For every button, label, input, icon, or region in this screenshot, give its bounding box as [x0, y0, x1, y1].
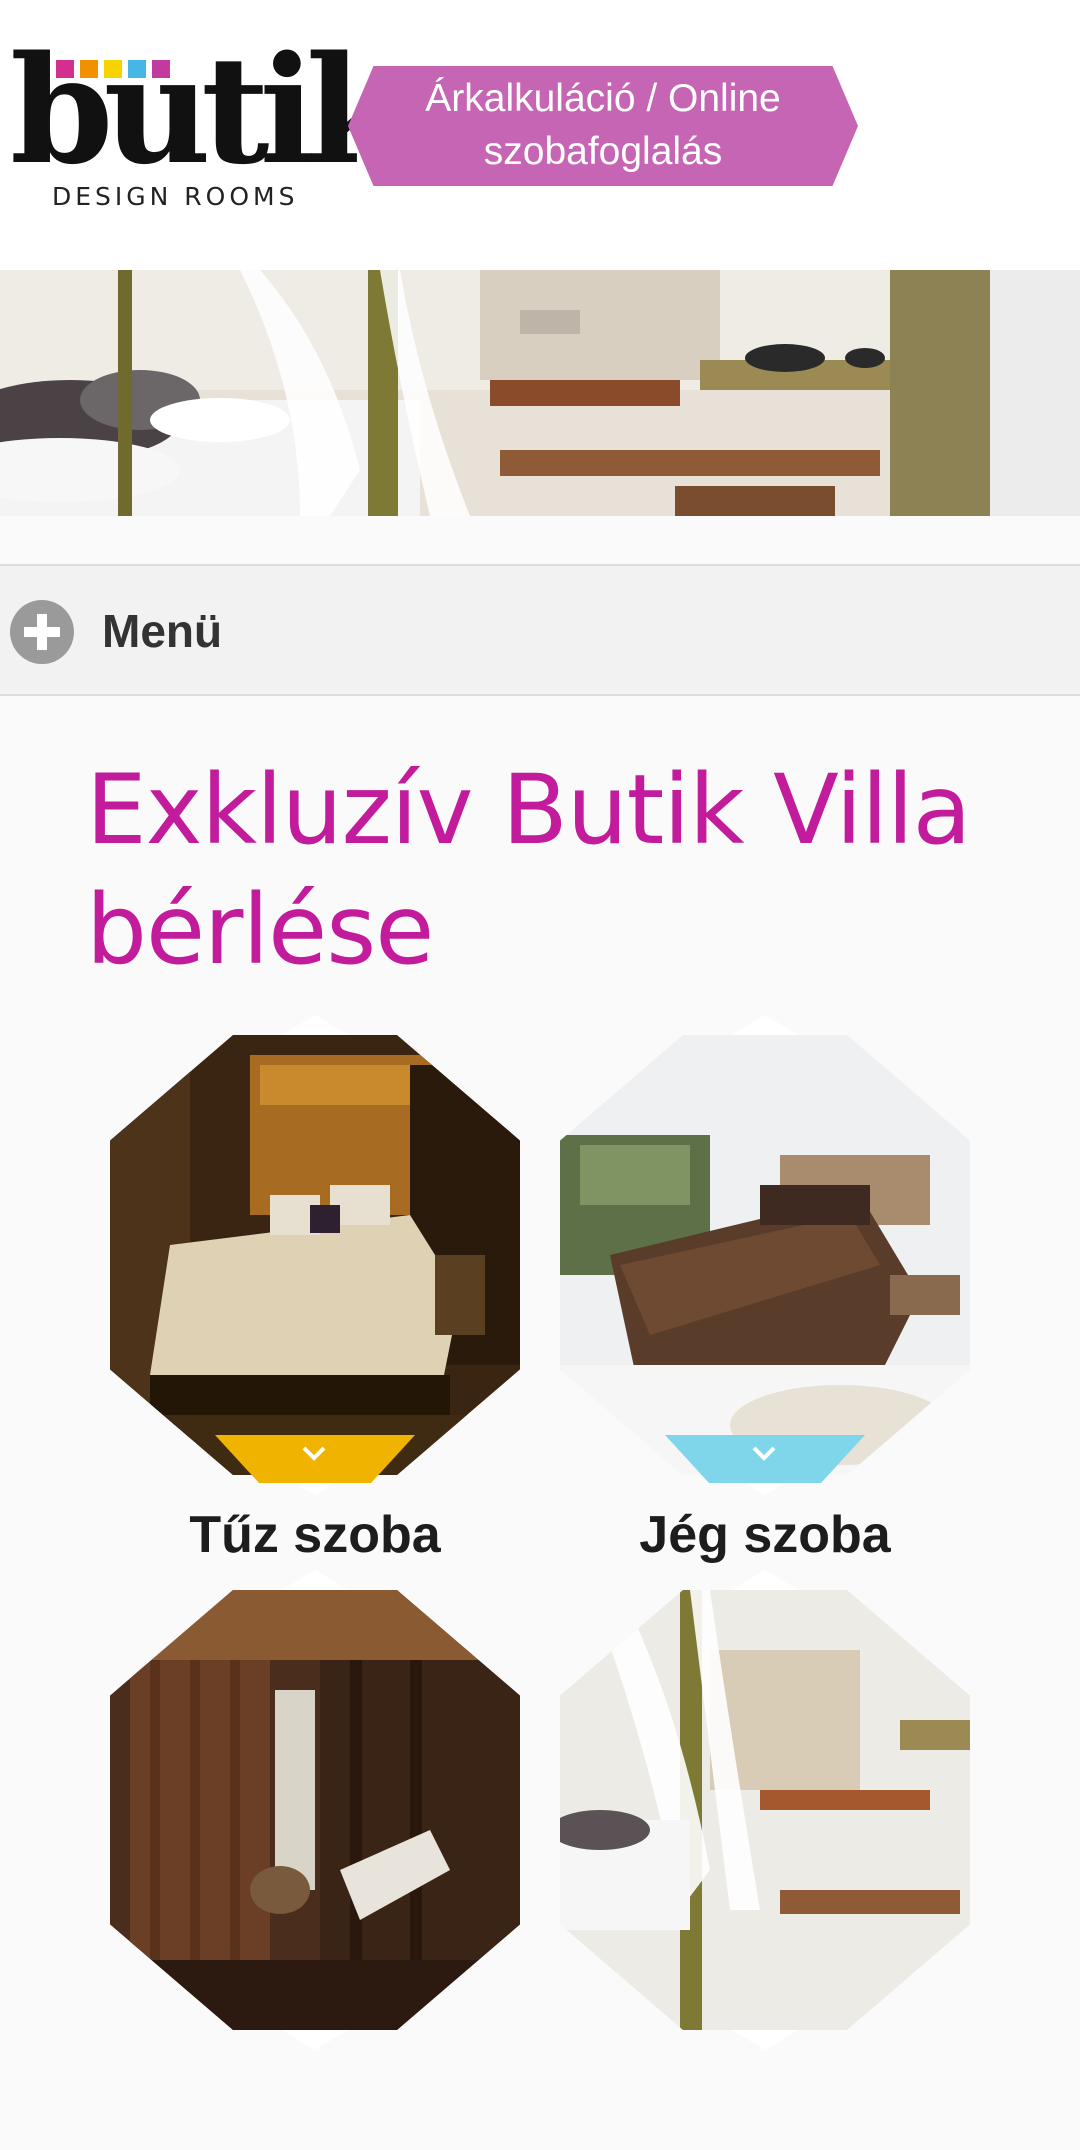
fire-room-photo: [110, 1035, 520, 1475]
wood-room-photo: [110, 1590, 520, 2030]
cta-line-2: szobafoglalás: [483, 130, 723, 173]
logo-subtitle: DESIGN ROOMS: [52, 182, 299, 211]
plus-circle-icon: [10, 600, 74, 664]
banner-image: [0, 270, 1080, 516]
page-title: Exkluzív Butik Villa bérlése: [86, 754, 972, 986]
room-card-white[interactable]: [550, 1570, 980, 2150]
logo-wordmark: butik: [10, 23, 408, 197]
menu-label: Menü: [102, 605, 223, 657]
menu-toggle[interactable]: Menü: [0, 564, 1080, 696]
chevron-down-icon: [752, 1446, 776, 1461]
butik-logo[interactable]: butik DESIGN ROOMS: [10, 36, 408, 218]
price-calc-booking-button[interactable]: Árkalkuláció / Online szobafoglalás: [348, 66, 858, 186]
room-name[interactable]: Tűz szoba: [100, 1505, 530, 1565]
chevron-down-icon: [302, 1446, 326, 1461]
room-card-fire[interactable]: Tűz szoba: [100, 1015, 530, 1595]
cta-line-1: Árkalkuláció / Online: [425, 77, 781, 121]
room-card-wood[interactable]: [100, 1570, 530, 2150]
room-name[interactable]: Jég szoba: [550, 1505, 980, 1565]
white-room-photo: [560, 1590, 970, 2030]
room-card-ice[interactable]: Jég szoba: [550, 1015, 980, 1595]
ice-room-photo: [560, 1035, 970, 1475]
site-header: butik DESIGN ROOMS Árkalkuláció / Online…: [0, 0, 1080, 270]
